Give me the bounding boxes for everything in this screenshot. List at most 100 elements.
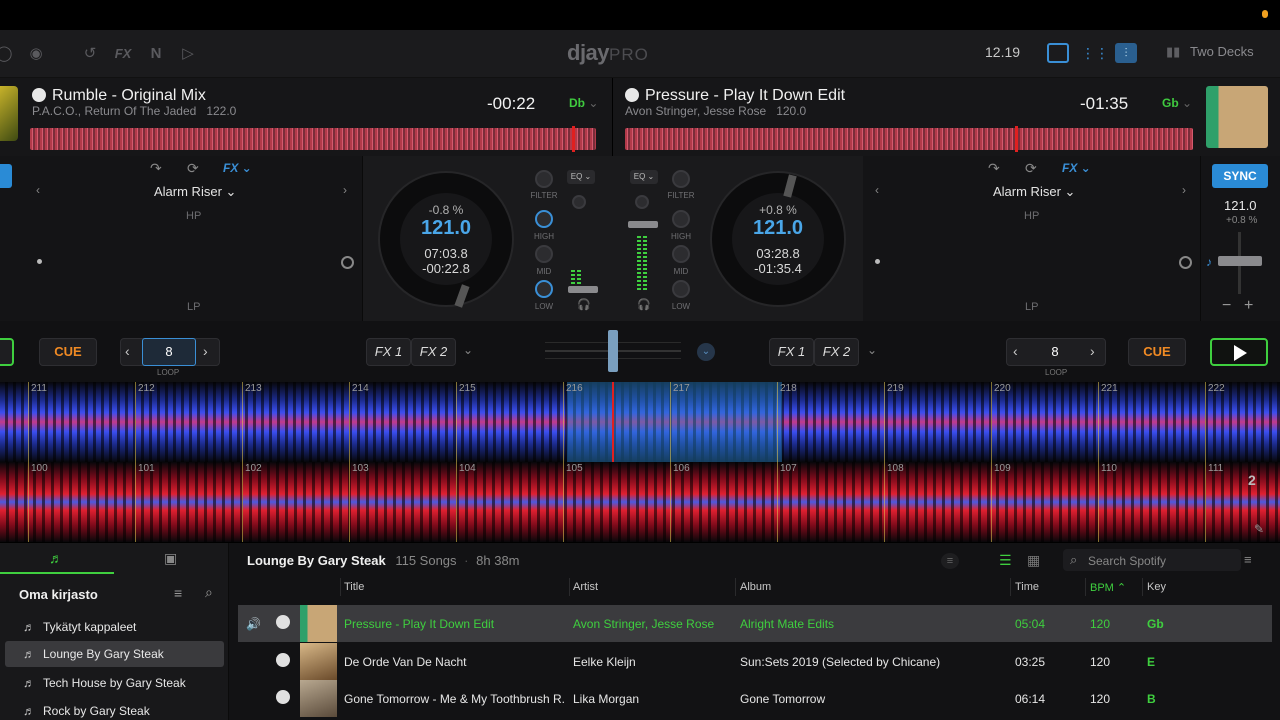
sidebar-item-tech-house[interactable]: ♬ Tech House by Gary Steak (5, 670, 224, 696)
refresh-icon[interactable]: ⟳ (1025, 160, 1037, 177)
pitch-plus-icon[interactable]: + (1244, 297, 1253, 315)
deck-b-fx-toggle[interactable]: FX ⌄ (1062, 161, 1091, 175)
deck-a-high-knob[interactable] (535, 210, 553, 228)
deck-a-fx-panel[interactable] (24, 156, 363, 321)
deck-a-eq-selector[interactable]: EQ ⌄ (567, 170, 595, 184)
deck-a-fx-chevron-icon[interactable]: ⌄ (463, 343, 473, 357)
search-icon[interactable]: ⌕ (205, 584, 213, 601)
table-row[interactable]: Gone Tomorrow - Me & My Toothbrush R... … (238, 680, 1272, 717)
loop-increase-icon[interactable]: › (203, 343, 208, 359)
mixer-view-icon[interactable]: ⫶ (1115, 43, 1137, 63)
deck-b-pitch-slider[interactable] (1218, 256, 1262, 266)
deck-b-fx-panel[interactable] (863, 156, 1201, 321)
deck-b-fx1-button[interactable]: FX 1 (769, 338, 814, 366)
deck-a-key[interactable]: Db ⌄ (569, 96, 598, 110)
deck-a-fx2-button[interactable]: FX 2 (411, 338, 456, 366)
play-circle-icon[interactable]: ▷ (178, 44, 198, 64)
sidebar-item-liked[interactable]: ♬ Tykätyt kappaleet (5, 614, 224, 640)
deck-b-eq-selector[interactable]: EQ ⌄ (630, 170, 658, 184)
record-icon[interactable]: ◉ (26, 44, 46, 64)
deck-b-gain-knob[interactable] (635, 195, 649, 209)
prev-arrow-icon[interactable]: ‹ (875, 183, 879, 197)
next-arrow-icon[interactable]: › (1182, 183, 1186, 197)
deck-a-platter[interactable]: -0.8 % 121.0 07:03.8 -00:22.8 (378, 171, 514, 308)
list-view-icon[interactable]: ☰ (999, 552, 1012, 569)
col-album[interactable]: Album (740, 581, 771, 593)
tab-archive[interactable]: ▣ (114, 543, 229, 574)
deck-a-cue-button[interactable]: CUE (39, 338, 97, 366)
deck-a-fx-dot[interactable] (37, 259, 42, 264)
deck-b-platter[interactable]: +0.8 % 121.0 03:28.8 -01:35.4 (710, 171, 846, 307)
pitch-minus-icon[interactable]: − (1222, 297, 1231, 315)
deck-b-headphones-icon[interactable]: 🎧 (637, 298, 651, 311)
col-time[interactable]: Time (1015, 581, 1039, 593)
loop-decrease-icon[interactable]: ‹ (1013, 343, 1018, 359)
deck-a-overview-waveform[interactable] (30, 128, 596, 150)
deck-a-headphones-icon[interactable]: 🎧 (577, 298, 591, 311)
deck-a-low-knob[interactable] (535, 280, 553, 298)
deck-b-channel-fader[interactable] (628, 221, 658, 228)
deck-a-mid-knob[interactable] (535, 245, 553, 263)
deck-b-filter-knob[interactable] (672, 170, 690, 188)
table-row[interactable]: De Orde Van De Nacht Eelke Kleijn Sun:Se… (238, 643, 1272, 680)
deck-b-loop-size[interactable]: 8 (1032, 338, 1078, 366)
grid-view-icon[interactable]: ▦ (1027, 552, 1040, 569)
sidebar-item-rock[interactable]: ♬ Rock by Gary Steak (5, 698, 224, 720)
crossfader-handle[interactable] (608, 330, 618, 372)
deck-layout-button[interactable] (1047, 43, 1069, 63)
deck-b-sync-button[interactable]: SYNC (1212, 164, 1268, 188)
queue-icon[interactable]: ≡ (1244, 552, 1252, 567)
redo-icon[interactable]: ↷ (988, 160, 1000, 177)
layout-mode-label[interactable]: Two Decks (1190, 44, 1254, 59)
deck-b-play-button[interactable] (1210, 338, 1268, 366)
prev-arrow-icon[interactable]: ‹ (36, 183, 40, 197)
loop-icon[interactable]: ◯ (0, 44, 14, 64)
fx-icon[interactable]: FX (113, 44, 133, 64)
tab-music-library[interactable]: ♬ (0, 543, 114, 574)
deck-b-overview-waveform[interactable] (625, 128, 1193, 150)
sort-icon[interactable]: ≡ (174, 585, 182, 601)
deck-a-fx-target-icon[interactable] (341, 256, 354, 269)
col-bpm[interactable]: BPM ⌃ (1090, 581, 1126, 594)
deck-b-mid-knob[interactable] (672, 245, 690, 263)
deck-b-key[interactable]: Gb ⌄ (1162, 96, 1192, 110)
deck-b-pitch: +0.8 % (759, 203, 797, 217)
next-arrow-icon[interactable]: › (343, 183, 347, 197)
deck-a-loop-region[interactable] (567, 382, 782, 462)
crossfader-options-icon[interactable]: ⌄ (697, 343, 715, 361)
undo-icon[interactable]: ↺ (80, 44, 100, 64)
filter-icon[interactable]: ≡ (941, 553, 959, 569)
deck-b-high-knob[interactable] (672, 210, 690, 228)
search-field[interactable]: ⌕ Search Spotify (1063, 549, 1241, 571)
deck-a-fx1-button[interactable]: FX 1 (366, 338, 411, 366)
refresh-icon[interactable]: ⟳ (187, 160, 199, 177)
pencil-icon[interactable]: ✎ (1254, 522, 1264, 536)
deck-b-fx2-button[interactable]: FX 2 (814, 338, 859, 366)
sidebar-item-lounge[interactable]: ♬ Lounge By Gary Steak (5, 641, 224, 667)
deck-a-filter-knob[interactable] (535, 170, 553, 188)
crossfader[interactable] (545, 330, 681, 372)
redo-icon[interactable]: ↷ (150, 160, 162, 177)
automix-icon[interactable]: N (146, 44, 166, 64)
col-artist[interactable]: Artist (573, 581, 598, 593)
deck-a-fx-toggle[interactable]: FX ⌄ (223, 161, 252, 175)
deck-a-gain-knob[interactable] (572, 195, 586, 209)
loop-increase-icon[interactable]: › (1090, 343, 1095, 359)
loop-decrease-icon[interactable]: ‹ (125, 343, 130, 359)
deck-b-waveform[interactable] (0, 462, 1280, 542)
col-title[interactable]: Title (344, 581, 364, 593)
deck-b-fx-dot[interactable] (875, 259, 880, 264)
deck-b-cue-button[interactable]: CUE (1128, 338, 1186, 366)
deck-a-fx-name[interactable]: Alarm Riser ⌄ (154, 184, 236, 200)
deck-a-loop-size[interactable]: 8 (142, 338, 196, 366)
waveform-view-icon[interactable]: ⋮⋮ (1081, 43, 1109, 63)
deck-b-fx-target-icon[interactable] (1179, 256, 1192, 269)
deck-a-channel-fader[interactable] (568, 286, 598, 293)
deck-b-low-knob[interactable] (672, 280, 690, 298)
table-row[interactable]: 🔊 Pressure - Play It Down Edit Avon Stri… (238, 605, 1272, 642)
deck-b-fx-chevron-icon[interactable]: ⌄ (867, 343, 877, 357)
col-key[interactable]: Key (1147, 581, 1166, 593)
deck-b-fx-name[interactable]: Alarm Riser ⌄ (993, 184, 1075, 200)
deck-a-play-button[interactable] (0, 338, 14, 366)
deck-a-sync-button[interactable] (0, 164, 12, 188)
